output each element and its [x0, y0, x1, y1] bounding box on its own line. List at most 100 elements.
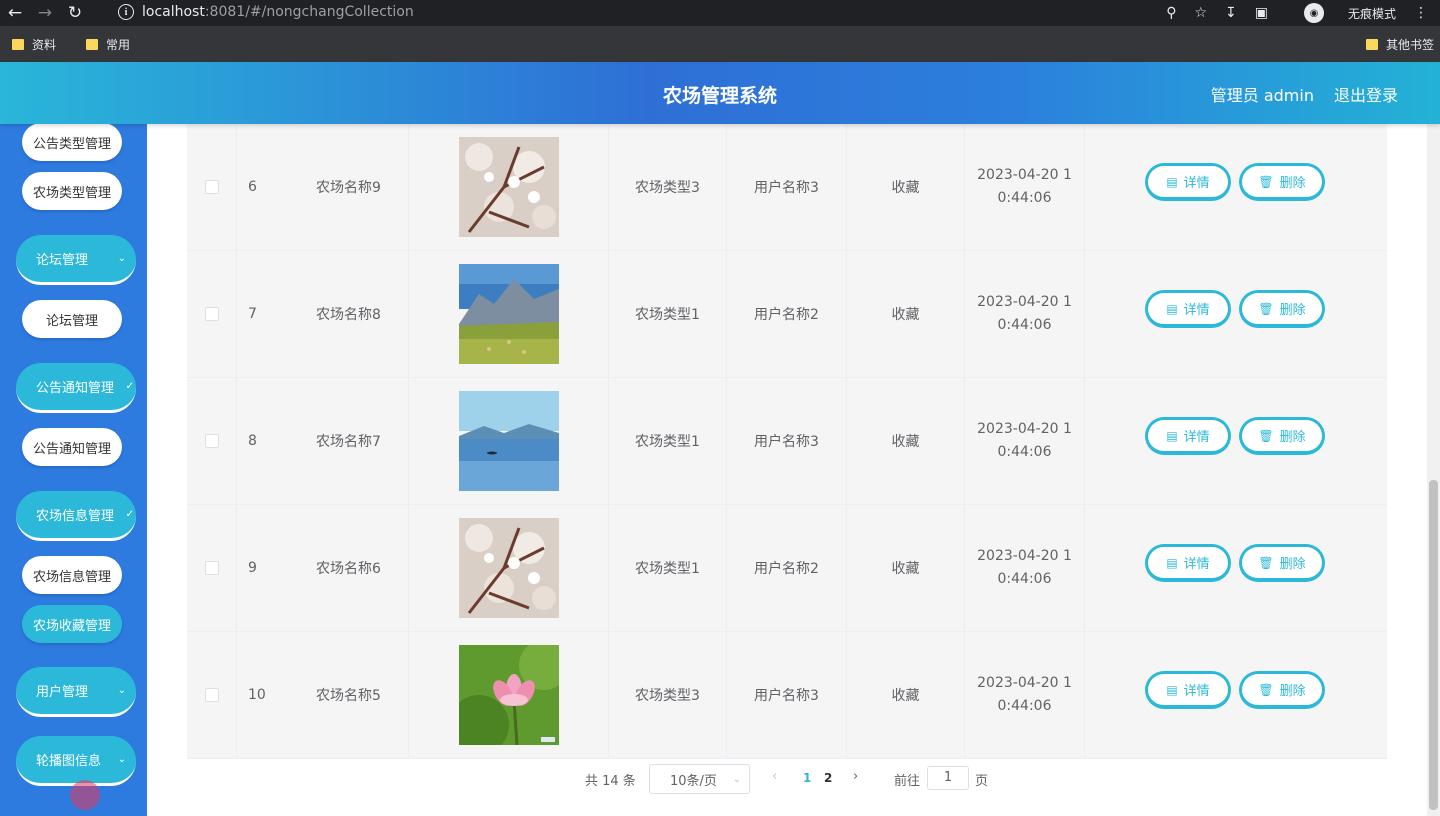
farm-image: [458, 264, 559, 364]
table-row: 10 农场名称5 农场类型3 用户名称3 收藏 2023-04-20 1 0:44:06 ▤ 详…: [187, 632, 1387, 759]
farm-name: 农场名称6: [316, 561, 381, 577]
page-number-1[interactable]: 1: [803, 771, 811, 785]
sidebar-group-label: 轮播图信息: [36, 754, 102, 769]
time-line-2: 0:44:06: [997, 444, 1052, 460]
sidebar-item-farm-collection[interactable]: 农场收藏管理: [22, 605, 122, 643]
delete-button[interactable]: 🗑 删除: [1239, 671, 1325, 709]
detail-button[interactable]: ▤ 详情: [1145, 417, 1231, 455]
document-icon: ▤: [1166, 428, 1178, 443]
chevron-down-icon: ⌄: [117, 754, 126, 765]
farm-name: 农场名称5: [316, 688, 381, 704]
sidebar-item-farm-info[interactable]: 农场信息管理: [22, 556, 122, 594]
row-index: 10: [248, 687, 266, 703]
row-checkbox[interactable]: [204, 307, 219, 321]
delete-button[interactable]: 🗑 删除: [1239, 417, 1325, 455]
incognito-label: 无痕模式: [1347, 6, 1396, 21]
detail-button[interactable]: ▤ 详情: [1145, 290, 1231, 328]
row-checkbox[interactable]: [204, 561, 219, 575]
row-checkbox-cell: [187, 505, 237, 631]
app-header: 农场管理系统 管理员 admin 退出登录: [0, 62, 1440, 124]
row-checkbox[interactable]: [204, 434, 219, 448]
farm-name: 农场名称9: [316, 180, 381, 196]
goto-page-input[interactable]: 1: [927, 766, 969, 790]
download-icon[interactable]: ↧: [1225, 5, 1237, 21]
cell-actions: ▤ 详情 🗑 删除: [1085, 632, 1387, 758]
detail-label: 详情: [1183, 303, 1210, 318]
delete-button[interactable]: 🗑 删除: [1239, 544, 1325, 582]
forward-icon[interactable]: →: [30, 0, 60, 26]
page-size-select[interactable]: 10条/页 ⌄: [649, 764, 750, 794]
back-icon[interactable]: ←: [0, 0, 30, 26]
time-line-2: 0:44:06: [997, 317, 1052, 333]
detail-button[interactable]: ▤ 详情: [1145, 163, 1231, 201]
farm-type: 农场类型3: [609, 632, 727, 758]
row-checkbox-cell: [187, 378, 237, 504]
sidebar-group-farm-info[interactable]: 农场信息管理 ✓: [16, 491, 136, 541]
star-icon[interactable]: ☆: [1194, 5, 1207, 21]
collect-type: 收藏: [847, 505, 965, 631]
detail-button[interactable]: ▤ 详情: [1145, 671, 1231, 709]
farm-image: [458, 645, 559, 745]
time-line-2: 0:44:06: [997, 190, 1052, 206]
user-name: 用户名称3: [727, 632, 847, 758]
delete-label: 删除: [1279, 557, 1306, 572]
incognito-icon: ◉: [1303, 3, 1324, 23]
detail-button[interactable]: ▤ 详情: [1145, 544, 1231, 582]
farm-type: 农场类型1: [609, 505, 727, 631]
delete-label: 删除: [1279, 303, 1306, 318]
farm-image: [458, 391, 559, 491]
menu-icon[interactable]: ⋮: [1414, 5, 1428, 21]
row-checkbox[interactable]: [204, 688, 219, 702]
sidebar-group-forum[interactable]: 论坛管理 ⌄: [16, 235, 136, 285]
sidebar-group-label: 用户管理: [36, 685, 89, 700]
delete-button[interactable]: 🗑 删除: [1239, 163, 1325, 201]
time-line-1: 2023-04-20 1: [977, 167, 1072, 183]
logout-link[interactable]: 退出登录: [1334, 82, 1398, 106]
sidebar-item-forum[interactable]: 论坛管理: [22, 300, 122, 338]
page-number-2[interactable]: 2: [824, 771, 832, 785]
sidebar-group-users[interactable]: 用户管理 ⌄: [16, 667, 136, 717]
cell-time: 2023-04-20 1 0:44:06: [965, 505, 1085, 631]
prev-page-icon[interactable]: ‹: [772, 769, 777, 784]
incognito-badge[interactable]: ◉ 无痕模式: [1286, 3, 1396, 23]
folder-icon: [86, 38, 99, 50]
user-name: 用户名称2: [727, 505, 847, 631]
sidebar-group-label: 农场信息管理: [36, 509, 115, 524]
sidebar-item-farm-type[interactable]: 农场类型管理: [22, 172, 122, 210]
sidebar-group-carousel[interactable]: 轮播图信息 ⌄: [16, 736, 136, 786]
main-content: 6 农场名称9 农场类型3 用户名称3 收藏 2023-04-20 1 0:44:06 ▤ 详情…: [147, 124, 1427, 816]
detail-label: 详情: [1183, 176, 1210, 191]
cell-actions: ▤ 详情 🗑 删除: [1085, 124, 1387, 250]
sidebar-group-notice[interactable]: 公告通知管理 ✓: [16, 363, 136, 413]
bookmark-folder-ziliao[interactable]: 资料: [12, 36, 56, 53]
user-name: 用户名称3: [727, 124, 847, 250]
page-scrollbar[interactable]: [1427, 124, 1440, 816]
farm-name: 农场名称7: [316, 434, 381, 450]
cell-actions: ▤ 详情 🗑 删除: [1085, 378, 1387, 504]
address-bar[interactable]: i localhost:8081/#/nongchangCollection: [106, 0, 1256, 24]
key-icon[interactable]: ⚲: [1166, 5, 1176, 21]
reload-icon[interactable]: ↻: [60, 0, 90, 26]
sidebar-item-notice-type[interactable]: 公告类型管理: [22, 124, 122, 161]
sidepanel-icon[interactable]: ▣: [1255, 5, 1268, 21]
chevron-down-icon: ✓: [125, 509, 134, 520]
cell-index-name: 9 农场名称6: [237, 505, 409, 631]
chevron-down-icon: ⌄: [117, 685, 126, 696]
delete-button[interactable]: 🗑 删除: [1239, 290, 1325, 328]
cell-image: [409, 124, 609, 250]
time-line-1: 2023-04-20 1: [977, 294, 1072, 310]
detail-label: 详情: [1183, 684, 1210, 699]
bookmark-folder-changyong[interactable]: 常用: [86, 36, 130, 53]
cell-index-name: 7 农场名称8: [237, 251, 409, 377]
collect-type: 收藏: [847, 378, 965, 504]
mouse-cursor-indicator: [70, 780, 100, 810]
table-row: 7 农场名称8 农场类型1 用户名称2 收藏 2023-04-20 1 0:44:06 ▤ 详情…: [187, 251, 1387, 378]
scrollbar-thumb[interactable]: [1429, 480, 1438, 810]
farm-type: 农场类型1: [609, 251, 727, 377]
sidebar-item-notice[interactable]: 公告通知管理: [22, 428, 122, 466]
row-checkbox[interactable]: [204, 180, 219, 194]
site-info-icon[interactable]: i: [118, 4, 134, 20]
trash-icon: 🗑: [1258, 428, 1274, 443]
other-bookmarks[interactable]: 其他书签: [1365, 26, 1434, 62]
next-page-icon[interactable]: ›: [853, 769, 858, 784]
